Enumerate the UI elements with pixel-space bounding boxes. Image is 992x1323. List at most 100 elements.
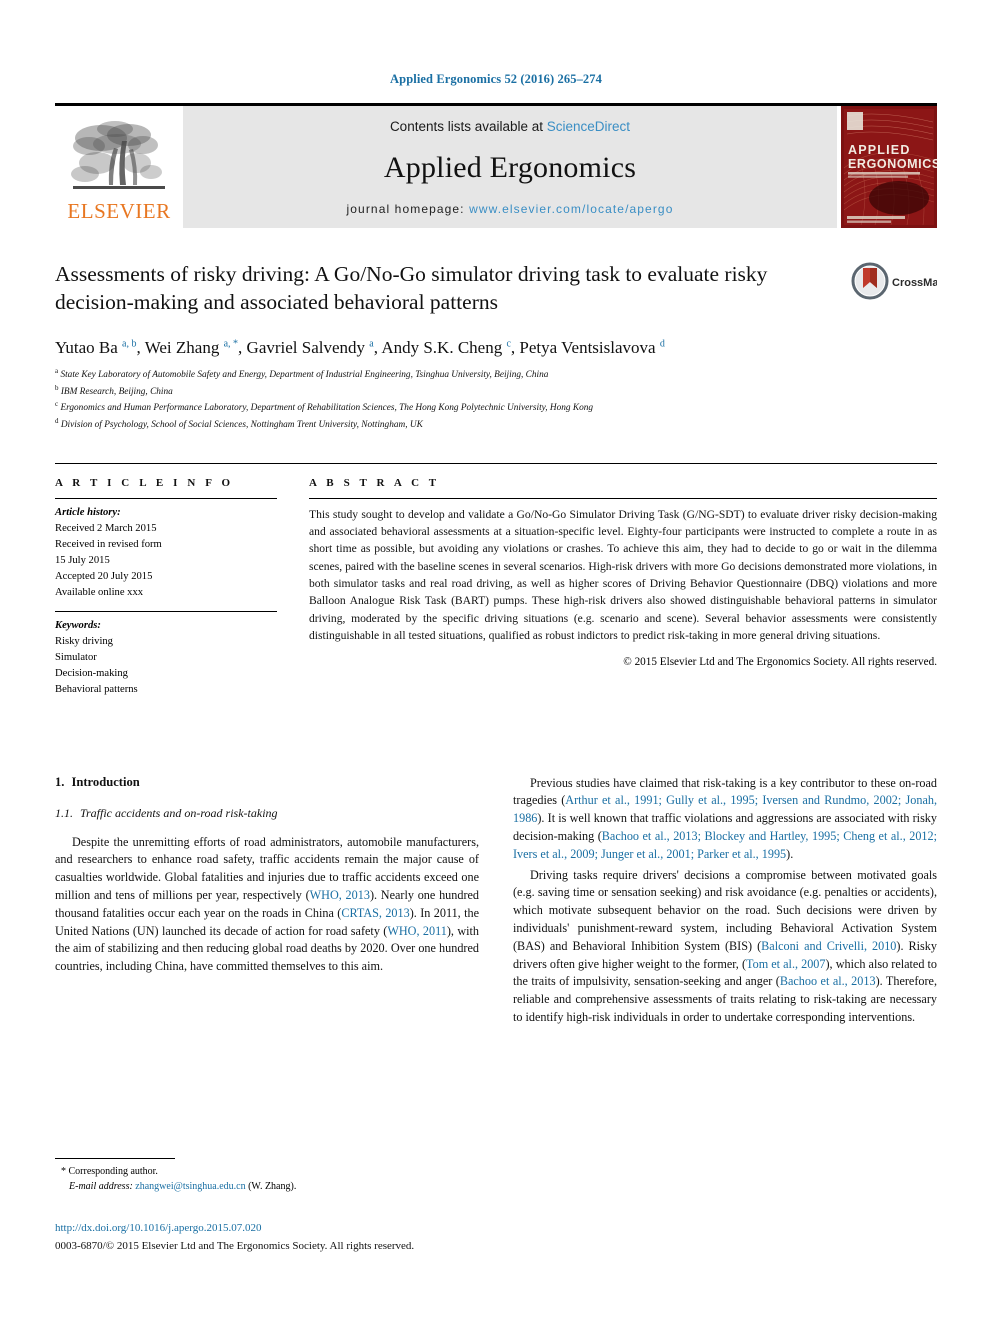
corresponding-author-label: Corresponding author. (68, 1166, 158, 1177)
journal-cover-thumbnail: APPLIED ERGONOMICS (837, 106, 937, 228)
history-item: 15 July 2015 (55, 554, 110, 566)
cover-title-line2: ERGONOMICS (848, 157, 937, 171)
keyword-item: Decision-making (55, 668, 128, 680)
abstract-text: This study sought to develop and validat… (309, 507, 937, 643)
journal-homepage-line: journal homepage: www.elsevier.com/locat… (347, 202, 674, 216)
email-owner: (W. Zhang). (248, 1181, 297, 1192)
author-entry: Gavriel Salvendy a, (247, 338, 382, 357)
author-name: Yutao Ba (55, 338, 118, 357)
elsevier-tree-icon (71, 121, 165, 189)
article-info-heading: A R T I C L E I N F O (55, 476, 234, 489)
author-list: Yutao Ba a, b, Wei Zhang a, *, Gavriel S… (55, 337, 937, 358)
citation-link[interactable]: Balconi and Crivelli, 2010 (761, 939, 896, 953)
keyword-item: Risky driving (55, 636, 113, 648)
abstract-copyright: © 2015 Elsevier Ltd and The Ergonomics S… (623, 655, 937, 668)
citation-link[interactable]: WHO, 2013 (310, 888, 370, 902)
history-item: Accepted 20 July 2015 (55, 570, 153, 582)
section-title: Introduction (71, 774, 140, 789)
doi-link[interactable]: http://dx.doi.org/10.1016/j.apergo.2015.… (55, 1222, 615, 1234)
affiliation-mark: c (55, 400, 59, 409)
subsection-number: 1.1. (55, 805, 73, 820)
elsevier-logo: ELSEVIER (55, 106, 183, 228)
citation-link[interactable]: Bachoo et al., 2013 (780, 974, 876, 988)
doi-block: http://dx.doi.org/10.1016/j.apergo.2015.… (55, 1222, 615, 1254)
section-number: 1. (55, 774, 65, 789)
author-name: Andy S.K. Cheng (381, 338, 503, 357)
article-history-label: Article history: (55, 506, 121, 518)
email-line: E-mail address: zhangwei@tsinghua.edu.cn… (55, 1179, 475, 1194)
author-entry: Petya Ventsislavova d (519, 338, 664, 357)
abstract-column: A B S T R A C T This study sought to dev… (305, 464, 937, 709)
affiliation-mark: d (55, 416, 59, 425)
section-heading-introduction: 1. Introduction (55, 775, 479, 790)
body-columns: 1. Introduction 1.1. Traffic accidents and… (55, 775, 937, 1030)
info-abstract-region: A R T I C L E I N F O Article history: R… (55, 462, 937, 709)
corresponding-author-footnote: * Corresponding author. E-mail address: … (55, 1158, 475, 1194)
elsevier-wordmark: ELSEVIER (67, 199, 171, 223)
abstract-heading: A B S T R A C T (309, 476, 440, 489)
cover-title-line1: APPLIED (848, 143, 911, 157)
history-item: Received in revised form (55, 538, 162, 550)
history-item: Received 2 March 2015 (55, 522, 157, 534)
keywords-label: Keywords: (55, 620, 101, 632)
issn-copyright-line: 0003-6870/© 2015 Elsevier Ltd and The Er… (55, 1240, 415, 1252)
citation-link[interactable]: CRTAS, 2013 (341, 906, 409, 920)
author-name: Gavriel Salvendy (246, 338, 366, 357)
paragraph: Driving tasks require drivers' decisions… (513, 867, 937, 1027)
page-title: Assessments of risky driving: A Go/No-Go… (55, 262, 768, 314)
article-info-column: A R T I C L E I N F O Article history: R… (55, 464, 305, 709)
author-affiliation-marks: a, b (122, 338, 137, 350)
author-entry: Andy S.K. Cheng c, (381, 338, 519, 357)
affiliation-text: Division of Psychology, School of Social… (60, 420, 423, 431)
affiliation-mark: a (55, 367, 59, 376)
affiliation-mark: b (55, 383, 59, 392)
keyword-item: Behavioral patterns (55, 684, 138, 696)
email-link[interactable]: zhangwei@tsinghua.edu.cn (135, 1181, 245, 1192)
author-name: Wei Zhang (144, 338, 220, 357)
crossmark-icon: CrossMark (851, 262, 937, 300)
journal-masthead: ELSEVIER Contents lists available at Sci… (55, 103, 937, 228)
author-affiliation-marks: d (659, 338, 665, 350)
citation-link[interactable]: Tom et al., 2007 (746, 957, 825, 971)
author-name: Petya Ventsislavova (519, 338, 656, 357)
affiliation-text: State Key Laboratory of Automobile Safet… (60, 370, 549, 381)
body-column-left: 1. Introduction 1.1. Traffic accidents and… (55, 775, 479, 1030)
paragraph: Despite the unremitting efforts of road … (55, 834, 479, 977)
title-block: Assessments of risky driving: A Go/No-Go… (55, 261, 937, 319)
journal-title: Applied Ergonomics (383, 151, 637, 184)
affiliation-item: b IBM Research, Beijing, China (55, 383, 937, 400)
sciencedirect-link[interactable]: ScienceDirect (547, 119, 630, 134)
subsection-heading-traffic-accidents: 1.1. Traffic accidents and on-road risk-t… (55, 806, 479, 821)
journal-cover-image: APPLIED ERGONOMICS (841, 106, 937, 228)
divider (309, 497, 937, 499)
affiliation-item: d Division of Psychology, School of Soci… (55, 416, 937, 433)
author-affiliation-marks: a, * (223, 338, 239, 350)
affiliation-list: a State Key Laboratory of Automobile Saf… (55, 366, 937, 432)
footnote-marker: * (61, 1166, 66, 1177)
keyword-item: Simulator (55, 652, 97, 664)
history-item: Available online xxx (55, 586, 144, 598)
homepage-label: journal homepage: (346, 202, 470, 216)
paragraph-text: ). (786, 846, 794, 861)
citation-link[interactable]: WHO, 2011 (387, 924, 446, 938)
affiliation-item: c Ergonomics and Human Performance Labor… (55, 399, 937, 416)
email-label: E-mail address: (69, 1181, 133, 1192)
crossmark-badge[interactable]: CrossMark (851, 259, 937, 303)
body-column-right: Previous studies have claimed that risk-… (513, 775, 937, 1030)
masthead-center: Contents lists available at ScienceDirec… (183, 106, 837, 228)
article-history-group: Article history: Received 2 March 2015 R… (55, 499, 277, 612)
author-separator: , (238, 338, 247, 357)
crossmark-label: CrossMark (892, 277, 937, 289)
keywords-group: Keywords: Risky driving Simulator Decisi… (55, 612, 277, 708)
subsection-title: Traffic accidents and on-road risk-takin… (80, 805, 278, 820)
article-page: Applied Ergonomics 52 (2016) 265–274 ELS… (0, 0, 992, 1323)
author-entry: Wei Zhang a, *, (145, 338, 247, 357)
affiliation-item: a State Key Laboratory of Automobile Saf… (55, 366, 937, 383)
contents-prefix: Contents lists available at (389, 119, 547, 134)
footnote-divider (55, 1158, 175, 1159)
author-separator: , (136, 338, 145, 357)
homepage-url-link[interactable]: www.elsevier.com/locate/apergo (469, 202, 673, 216)
running-head: Applied Ergonomics 52 (2016) 265–274 (390, 72, 602, 86)
contents-available-line: Contents lists available at ScienceDirec… (390, 119, 630, 134)
affiliation-text: Ergonomics and Human Performance Laborat… (60, 403, 594, 414)
